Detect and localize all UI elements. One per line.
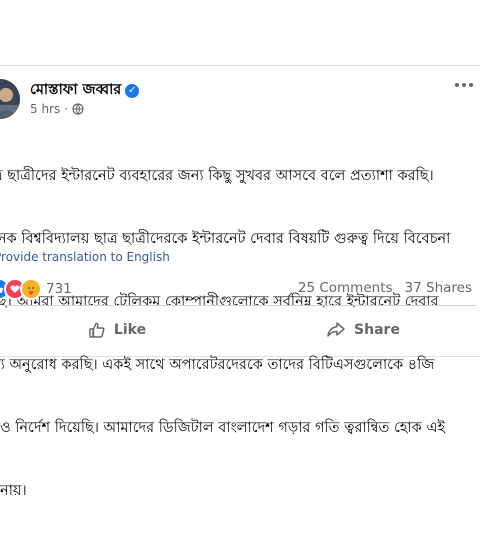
post-line: মনায়। — [0, 483, 27, 499]
translate-link[interactable]: Provide translation to English — [0, 250, 170, 264]
like-label: Like — [113, 322, 147, 338]
share-arrow-icon — [327, 322, 345, 337]
author-name-text[interactable]: মোস্তাফা জব্বার — [30, 79, 121, 103]
post-line: নেক বিশ্ববিদ্যালয় ছাত্র ছাত্রীদেরকে ইন্… — [0, 231, 451, 247]
post-meta: 5 hrs · — [30, 102, 84, 116]
verified-badge-icon: ✓ — [125, 84, 140, 98]
comments-count[interactable]: 25 Comments — [298, 280, 393, 296]
meta-separator: · — [64, 102, 69, 116]
reactions-summary[interactable]: 731 — [0, 278, 72, 300]
author-name[interactable]: মোস্তাফা জব্বার ✓ — [30, 79, 140, 103]
thumbs-up-icon — [89, 322, 105, 338]
post-line: ত্র ছাত্রীদের ইন্টারনেট ব্যবহারের জন্য ক… — [0, 168, 434, 184]
post-line: ন্য অনুরোধ করছি। একই সাথে অপারেটরদেরকে ত… — [0, 357, 435, 373]
care-reaction-icon — [20, 278, 42, 300]
author-avatar[interactable] — [0, 79, 20, 119]
translate-label[interactable]: Provide translation to English — [0, 250, 170, 264]
like-button[interactable]: Like — [0, 310, 240, 350]
post-card: মোস্তাফা জব্বার ✓ 5 hrs · ত্র ছাত্রীদের … — [0, 65, 480, 499]
share-button[interactable]: Share — [240, 310, 480, 350]
shares-count[interactable]: 37 Shares — [405, 280, 472, 296]
more-horizontal-icon — [455, 83, 473, 87]
post-line: রও নির্দেশ দিয়েছি। আমাদের ডিজিটাল বাংলা… — [0, 420, 446, 436]
share-label: Share — [354, 322, 400, 338]
post-time[interactable]: 5 hrs — [30, 102, 60, 116]
engagement-counts: 25 Comments 37 Shares — [298, 280, 472, 296]
actions-divider — [4, 305, 476, 306]
public-globe-icon[interactable] — [72, 103, 84, 115]
post-actions: Like Share — [0, 310, 480, 350]
reaction-count[interactable]: 731 — [46, 281, 72, 297]
more-options-button[interactable] — [452, 78, 476, 96]
